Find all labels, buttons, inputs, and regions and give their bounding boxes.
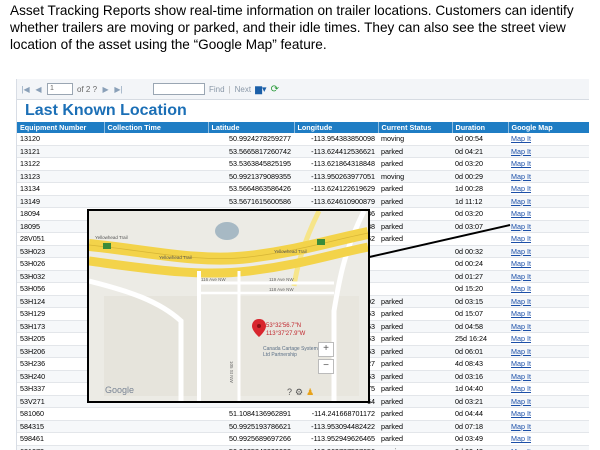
pin-coordinates: 53°32'56.7"N 113°37'27.9"W bbox=[266, 322, 305, 338]
street-label-116-ave: 116 Ave NW bbox=[201, 277, 226, 282]
street-label-119-ave: 119 Ave NW bbox=[269, 277, 294, 282]
street-label-105-st: 105 St NW bbox=[229, 361, 234, 383]
street-label-118-ave: 118 Ave NW bbox=[269, 287, 294, 292]
zoom-in-button[interactable]: + bbox=[318, 342, 334, 357]
business-label: Canada Cartage System Ltd Partnership bbox=[263, 346, 318, 358]
road-label-yellowhead-3: Yellowhead Trail bbox=[274, 249, 307, 254]
road-label-yellowhead-2: Yellowhead Trail bbox=[159, 255, 192, 260]
google-logo: Google bbox=[105, 385, 135, 395]
map-bottom-controls: ? ⚙ ♟ bbox=[287, 387, 314, 398]
help-icon[interactable]: ? bbox=[287, 387, 292, 398]
map-popup[interactable]: Yellowhead Trail Yellowhead Trail Yellow… bbox=[87, 209, 370, 403]
map-zoom-controls: + − bbox=[318, 342, 334, 376]
pin-longitude: 113°37'27.9"W bbox=[266, 331, 306, 337]
pegman-icon[interactable]: ♟ bbox=[306, 387, 314, 398]
road-label-yellowhead-1: Yellowhead Trail bbox=[95, 235, 128, 240]
settings-icon[interactable]: ⚙ bbox=[295, 387, 303, 398]
pin-latitude: 53°32'56.7"N bbox=[266, 323, 302, 329]
zoom-out-button[interactable]: − bbox=[318, 359, 334, 374]
